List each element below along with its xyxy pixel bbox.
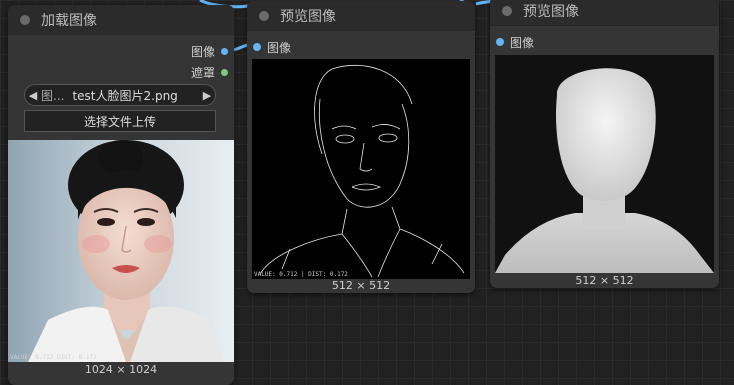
collapse-dot-icon[interactable] xyxy=(502,5,512,16)
preview-image-lineart: VALUE: 0.712 | DIST: 0.172 xyxy=(252,59,470,279)
input-image[interactable]: 图像 xyxy=(496,33,534,51)
node-title-bar[interactable]: 加载图像 xyxy=(8,5,234,35)
output-mask-label: 遮罩 xyxy=(190,65,215,80)
upload-button[interactable]: 选择文件上传 xyxy=(24,110,216,132)
output-mask-slot-icon[interactable] xyxy=(221,68,228,76)
preview-image-depth xyxy=(495,55,714,273)
input-image-slot-icon[interactable] xyxy=(253,43,261,51)
collapse-dot-icon[interactable] xyxy=(259,10,269,21)
collapse-dot-icon[interactable] xyxy=(20,14,30,25)
input-image[interactable]: 图像 xyxy=(253,38,291,56)
node-title-bar[interactable]: 预览图像 xyxy=(247,1,475,31)
combo-prev-arrow-icon[interactable]: ◀ xyxy=(25,89,41,102)
output-image-slot-icon[interactable] xyxy=(221,47,228,55)
input-image-label: 图像 xyxy=(267,40,292,55)
image-size-label: 512 × 512 xyxy=(331,279,391,292)
depth-map xyxy=(495,55,714,273)
image-size-label: 512 × 512 xyxy=(575,274,634,287)
input-image-slot-icon[interactable] xyxy=(496,38,504,46)
lineart-drawing xyxy=(259,64,465,278)
input-image-label: 图像 xyxy=(510,35,535,50)
load-image-node[interactable]: 加载图像 图像 遮罩 ◀ 图... test人脸图片2.png ▶ 选择文件上传 xyxy=(8,5,234,385)
image-size-label: 1024 × 1024 xyxy=(84,363,158,376)
node-title: 预览图像 xyxy=(523,3,579,20)
preview-image-node-2[interactable]: 预览图像 图像 512 × 512 xyxy=(490,0,719,288)
portrait-photo xyxy=(8,140,234,362)
preview-image-node-1[interactable]: 预览图像 图像 VALUE: 0.712 | DIST: 0.172 512 ×… xyxy=(247,1,475,293)
image-overlay-text: VALUE: 0.712 DIST: 0.172 xyxy=(10,354,97,361)
combo-label: 图... xyxy=(41,88,65,103)
output-mask[interactable]: 遮罩 xyxy=(191,63,228,81)
node-title: 预览图像 xyxy=(280,8,336,25)
output-image-label: 图像 xyxy=(190,44,215,59)
combo-value: test人脸图片2.png xyxy=(72,88,178,103)
image-overlay-text: VALUE: 0.712 | DIST: 0.172 xyxy=(254,271,348,278)
output-image[interactable]: 图像 xyxy=(191,42,228,60)
combo-next-arrow-icon[interactable]: ▶ xyxy=(199,89,215,102)
loaded-image: VALUE: 0.712 DIST: 0.172 xyxy=(8,140,234,362)
node-title-bar[interactable]: 预览图像 xyxy=(490,0,719,26)
image-file-combo[interactable]: ◀ 图... test人脸图片2.png ▶ xyxy=(24,84,216,106)
node-title: 加载图像 xyxy=(41,12,97,29)
